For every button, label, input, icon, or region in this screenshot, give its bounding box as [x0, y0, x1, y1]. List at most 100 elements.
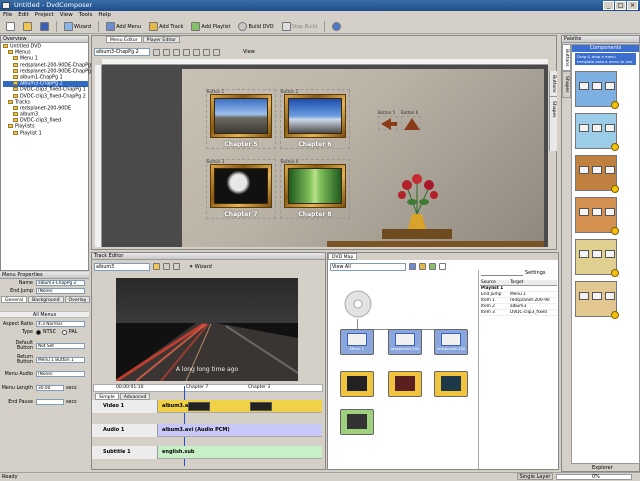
target-column-header[interactable]: Target [510, 280, 557, 285]
group-icon[interactable] [203, 48, 210, 56]
add-chapter-icon[interactable] [163, 263, 170, 270]
map-node-track-1[interactable] [340, 371, 374, 397]
tab-player-editor[interactable]: Player Editor [142, 36, 181, 43]
delete-icon[interactable] [173, 263, 180, 270]
build-dvd-button[interactable]: Build DVD [235, 21, 276, 32]
tree-item-label: redsplanet-200-90DE-ChapPg 2 [20, 69, 96, 75]
menu-view[interactable]: View [60, 11, 73, 20]
align-right-icon[interactable] [173, 48, 180, 56]
stop-build-button[interactable]: Stop Build [279, 21, 321, 32]
source-column-header[interactable]: Source [480, 280, 510, 285]
prev-arrow-button[interactable] [378, 116, 398, 130]
align-left-icon[interactable] [153, 48, 160, 56]
menu-canvas[interactable]: Button 1 Button 2 Button 3 Button 4 Butt… [102, 65, 548, 247]
tree-item[interactable]: Playlist 1 [3, 130, 88, 137]
palette-tab-shapes[interactable]: Shapes [562, 71, 571, 98]
view-menu[interactable]: View [243, 49, 255, 55]
menu-template-card[interactable] [575, 281, 619, 319]
map-track-icon[interactable] [419, 263, 426, 270]
shapes-side-tab[interactable]: Shapes [550, 97, 557, 121]
template-badge-icon [611, 311, 619, 319]
track-wizard-button[interactable]: ✦ Wizard [189, 264, 212, 270]
menu-template-card[interactable] [575, 197, 619, 235]
menu-template-card[interactable] [575, 155, 619, 193]
simple-tab[interactable]: Simple [95, 393, 119, 400]
wizard-button[interactable]: Wizard [61, 21, 94, 32]
explorer-tab[interactable]: Explorer [592, 465, 613, 471]
add-track-button[interactable]: Add Track [146, 21, 186, 32]
pal-radio[interactable] [61, 329, 67, 335]
menu-template-card[interactable] [575, 71, 619, 109]
open-track-icon[interactable] [153, 263, 160, 270]
maximize-button[interactable]: □ [615, 1, 626, 10]
map-node-menu-1[interactable]: Menu 1 [340, 329, 374, 355]
advanced-tab[interactable]: Advanced [119, 393, 151, 400]
size-icon[interactable] [193, 48, 200, 56]
distribute-icon[interactable] [183, 48, 190, 56]
end-jump-select[interactable]: (None) [36, 288, 85, 294]
map-node-menu-3[interactable]: redsplanet-200 [434, 329, 468, 355]
new-button[interactable] [3, 21, 18, 32]
menu-audio-row: Menu Audio (None) [0, 370, 89, 378]
subtitle-clip-label[interactable]: english.sub [162, 446, 195, 459]
link-table-body: Playlist 1 End Jump Menu 1 Item 1 redsplanet… [480, 286, 557, 316]
return-button-select[interactable]: Menu 1 Button 1 [36, 357, 85, 363]
menu-template-card[interactable] [575, 113, 619, 151]
tab-overlay[interactable]: Overlay [64, 296, 91, 303]
add-menu-icon [106, 22, 116, 31]
menu-file[interactable]: File [3, 11, 12, 20]
align-center-icon[interactable] [163, 48, 170, 56]
video-track-label: Video 1 [92, 400, 158, 413]
help-button[interactable] [329, 21, 344, 32]
menu-help[interactable]: Help [98, 11, 111, 20]
name-input[interactable]: album3-ChapPg 2 [36, 280, 85, 286]
map-menu-icon[interactable] [409, 263, 416, 270]
end-pause-input[interactable] [36, 399, 64, 405]
tab-general[interactable]: General [1, 296, 28, 303]
minimize-button[interactable]: _ [603, 1, 614, 10]
add-playlist-button[interactable]: Add Playlist [188, 21, 233, 32]
chapter-7-marker[interactable]: Chapter 7 [186, 385, 208, 390]
tab-background[interactable]: Background [28, 296, 64, 303]
palette-tab-buttons[interactable]: Buttons [562, 44, 571, 72]
menu-edit[interactable]: Edit [18, 11, 29, 20]
chapter-7-thumbnail [210, 164, 272, 208]
menu-audio-select[interactable]: (None) [36, 371, 85, 377]
link-table-row[interactable]: Item 3 DVDC-clip3_fixed [480, 310, 557, 316]
map-node-track-2[interactable] [388, 371, 422, 397]
menu-select[interactable]: album3-ChapPg 2 [94, 48, 150, 56]
map-zoom-icon[interactable] [439, 263, 446, 270]
dvd-map-tab[interactable]: DVD Map [328, 253, 358, 260]
add-playlist-label: Add Playlist [201, 23, 231, 30]
order-icon[interactable] [213, 48, 220, 56]
project-tree[interactable]: Untitled DVD Menus Menu 1 redsplanet-200-90… [1, 43, 96, 137]
map-playlist-icon[interactable] [429, 263, 436, 270]
open-button[interactable] [20, 21, 35, 32]
buttons-side-tab[interactable]: Buttons [550, 71, 557, 98]
tab-menu-editor[interactable]: Menu Editor [106, 36, 142, 43]
close-button[interactable]: × [627, 1, 638, 10]
map-node-playlist[interactable] [340, 409, 374, 435]
home-arrow-button[interactable] [401, 116, 421, 130]
playlist-node-thumb [347, 414, 367, 429]
map-node-menu-2[interactable]: redsplanet-200 [388, 329, 422, 355]
default-button-select[interactable]: Not Set [36, 343, 85, 349]
dvd-map-view-select[interactable]: View All [330, 262, 406, 271]
menu-tools[interactable]: Tools [79, 11, 93, 20]
zoom-slider[interactable] [481, 271, 523, 276]
ntsc-radio[interactable] [36, 329, 41, 335]
chapter-3-marker[interactable]: Chapter 3 [248, 385, 270, 390]
tree-item[interactable]: DVDC-clip3_fixed-ChapPg 2 [3, 93, 88, 100]
menu-length-input[interactable]: 30.00 [36, 385, 64, 391]
track-select[interactable]: album3 [94, 262, 150, 271]
add-menu-button[interactable]: Add Menu [103, 21, 144, 32]
audio-clip-label[interactable]: album3.avi (Audio PCM) [162, 424, 230, 437]
dvd-map-canvas[interactable]: Menu 1 redsplanet-200 redsplanet-200 [330, 273, 476, 469]
aspect-select[interactable]: 4:3 Normal [36, 321, 85, 327]
menu-project[interactable]: Project [35, 11, 54, 20]
menu-template-card[interactable] [575, 239, 619, 277]
settings-button[interactable]: Settings [525, 270, 546, 276]
save-button[interactable] [37, 21, 52, 32]
type-row: Type NTSC PAL [0, 328, 89, 336]
map-node-track-3[interactable] [434, 371, 468, 397]
